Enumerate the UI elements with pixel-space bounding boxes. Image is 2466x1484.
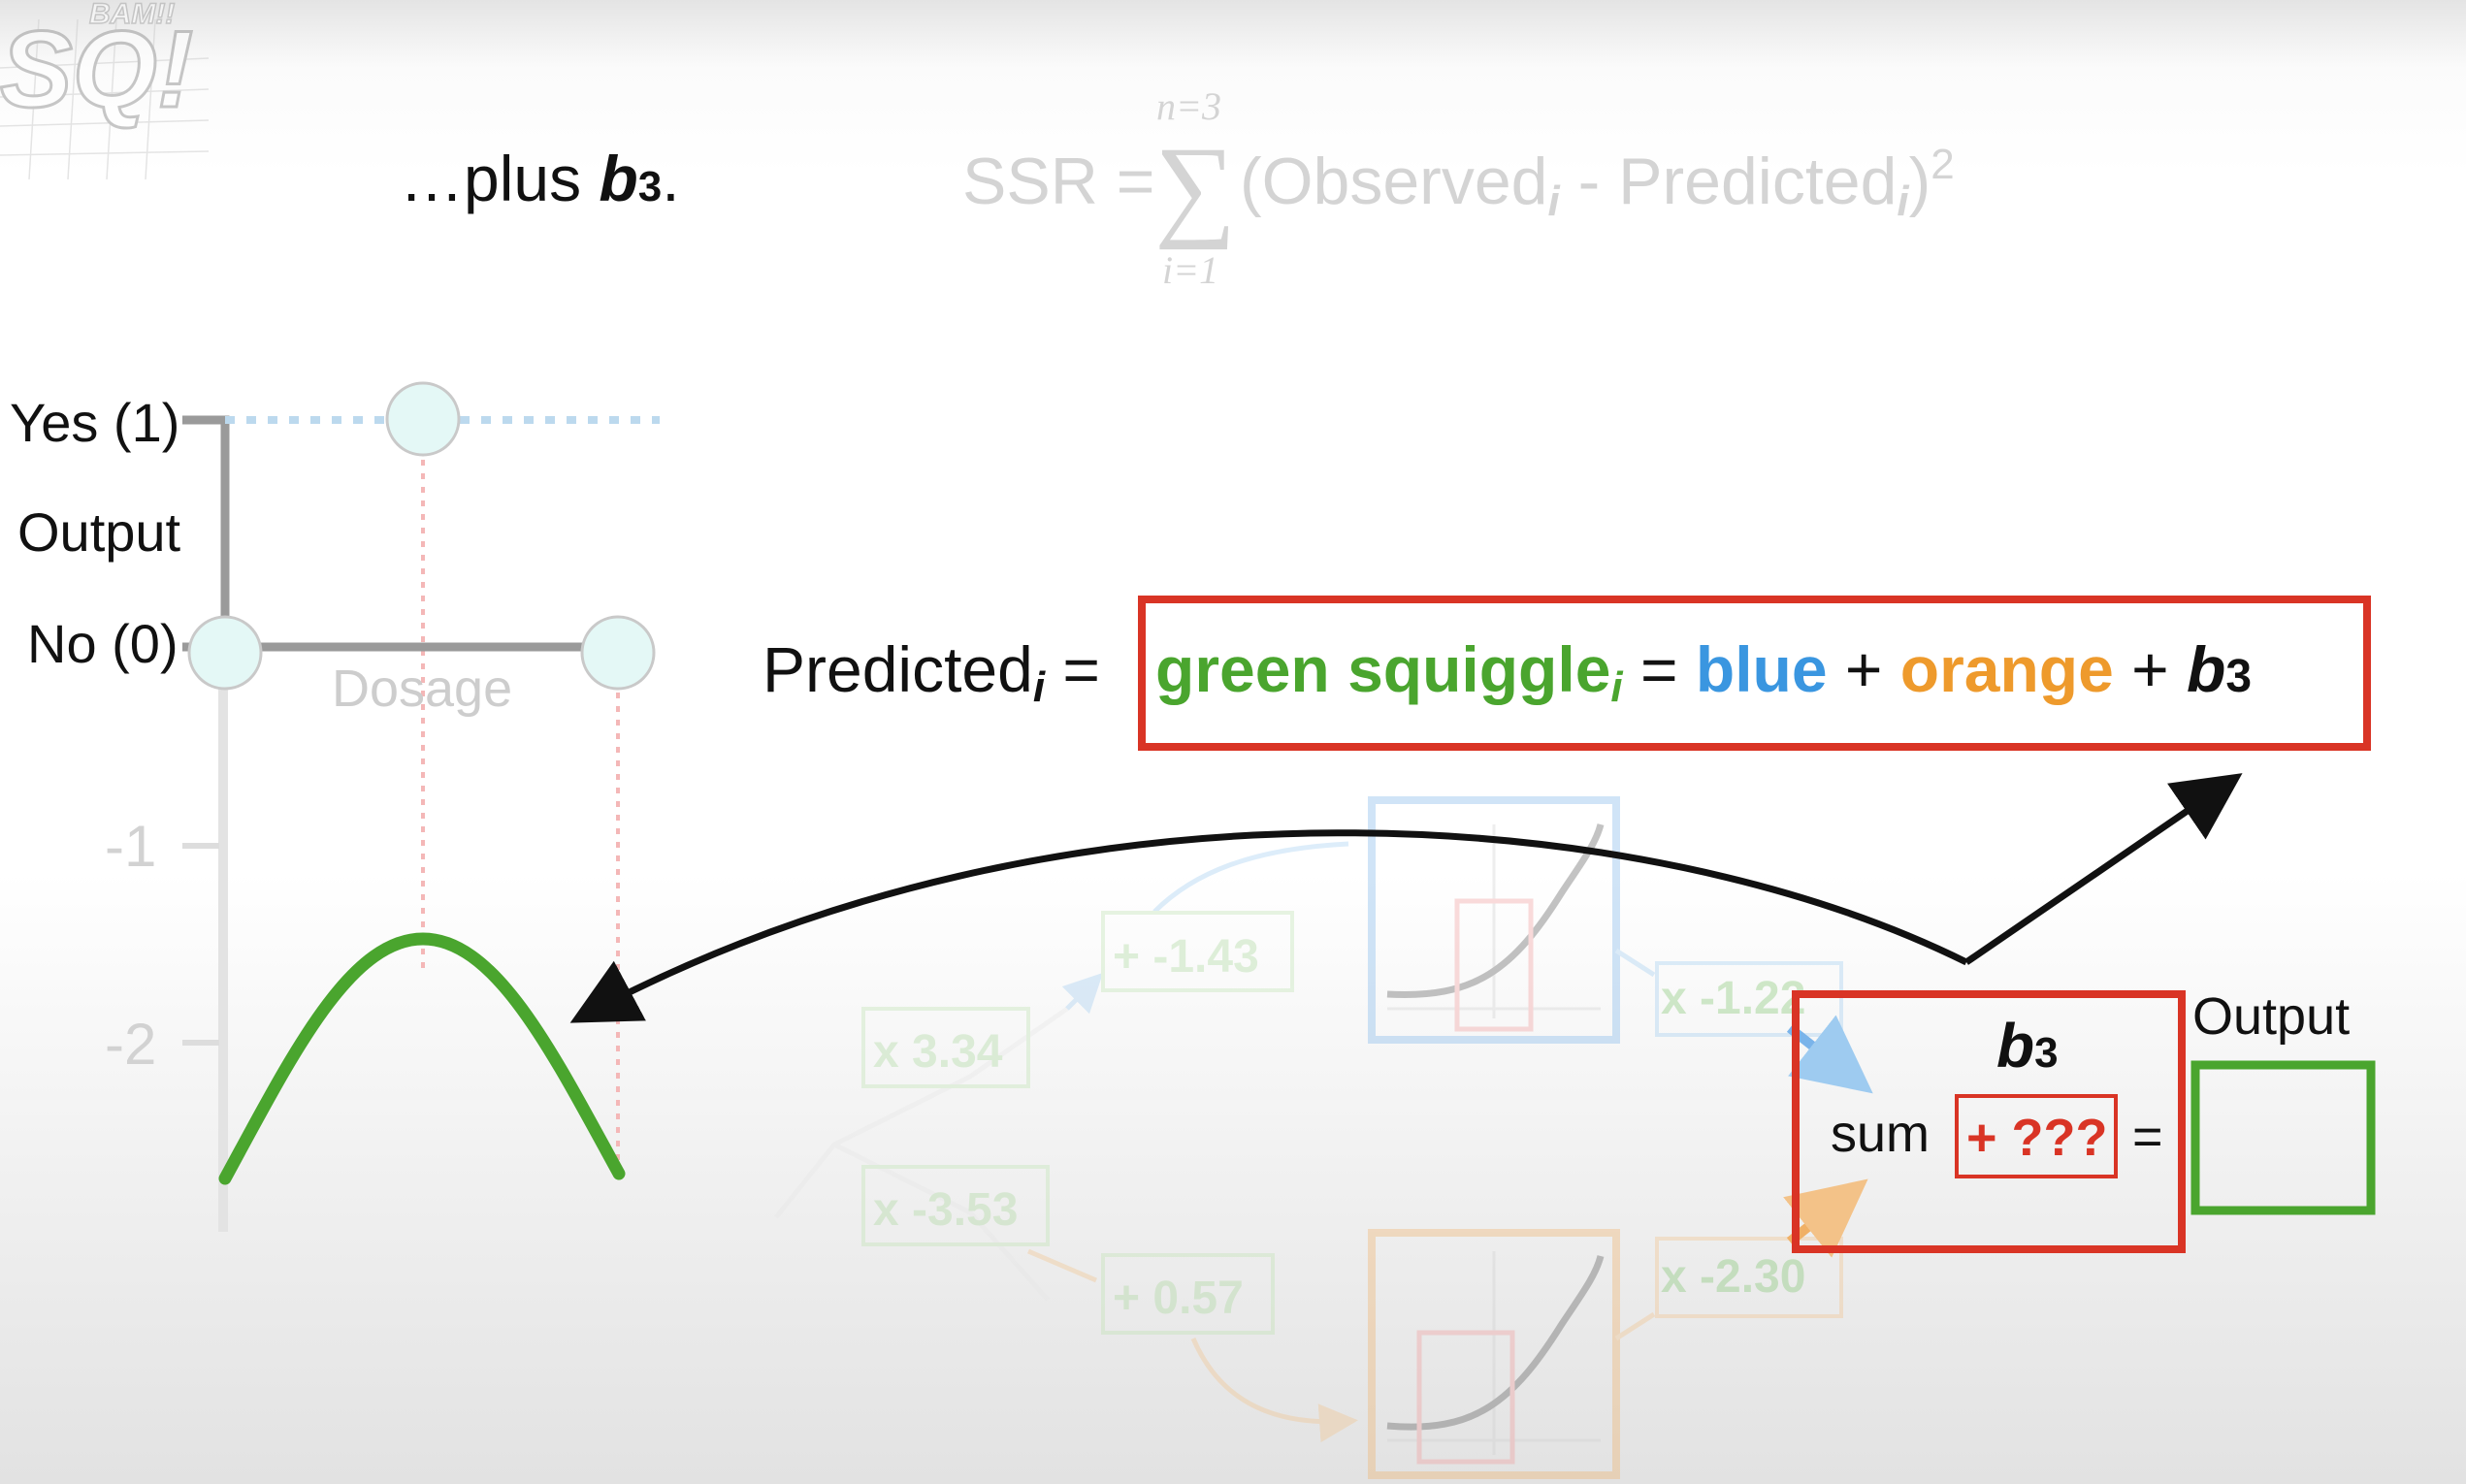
data-point-yes [385, 381, 461, 457]
blue-arrow-in [1152, 841, 1349, 914]
neural-network-faded: x 3.34 x -3.53 + -1.43 + 0.57 x -1.22 x … [774, 796, 1843, 1479]
yes-label: Yes (1) [10, 392, 179, 453]
bias-top: + -1.43 [1113, 931, 1259, 983]
output-axis-label: Output [17, 501, 181, 563]
sum-lower-limit: i=1 [1162, 248, 1218, 292]
sum-b3-label: b3 [1996, 1011, 2059, 1081]
green-squiggle-curve [218, 932, 626, 1185]
tick-neg2-label: -2 [105, 1012, 156, 1077]
ssr-body: (Observedi - Predictedi)2 [1240, 141, 1955, 225]
data-point-no-left [187, 615, 263, 691]
output-box [2190, 1060, 2376, 1215]
sum-label: sum [1831, 1105, 1930, 1163]
sum-equals: = [2132, 1108, 2163, 1166]
ssr-lhs: SSR = [962, 145, 1154, 218]
diagram-canvas: SQ! BAM!! …plus b3. SSR = ∑ n=3 i=1 (Obs… [0, 0, 2376, 1479]
orange-arrow-in [1190, 1338, 1358, 1443]
predicted-label: Predictedi = [763, 633, 1100, 711]
weight-top-left: x 3.34 [873, 1026, 1003, 1078]
no-label: No (0) [27, 613, 178, 674]
sigma-symbol: ∑ [1154, 123, 1236, 250]
bias-value: + ??? [1966, 1109, 2108, 1167]
statquest-logo: SQ! BAM!! [0, 0, 210, 180]
tick-neg1-label: -1 [105, 814, 156, 879]
data-point-no-right [580, 615, 656, 691]
caption: …plus b3. [400, 143, 680, 214]
output-box-label: Output [2192, 987, 2350, 1046]
equation-arrow [1964, 773, 2243, 965]
equation-body: green squigglei = blue + orange + b3 [1155, 633, 2252, 711]
weight-bottom-right: x -2.30 [1661, 1251, 1805, 1303]
output-dosage-graph: -1 -2 Yes (1) Output No (0) Dosage [10, 381, 660, 1232]
output-axis [182, 415, 230, 621]
weight-top-right: x -1.22 [1661, 973, 1805, 1024]
sum-upper-limit: n=3 [1156, 84, 1221, 128]
weight-bottom-left: x -3.53 [873, 1184, 1018, 1236]
ssr-formula: SSR = ∑ n=3 i=1 (Observedi - Predictedi)… [962, 84, 1955, 292]
dosage-label: Dosage [332, 660, 512, 718]
logo-bam: BAM!! [89, 0, 175, 30]
bias-bottom: + 0.57 [1113, 1273, 1244, 1324]
